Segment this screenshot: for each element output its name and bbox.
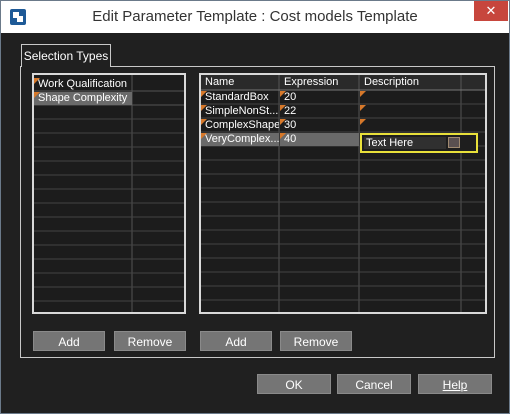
table-cell-description[interactable]	[360, 105, 460, 118]
remove-selection-type-button[interactable]: Remove	[114, 331, 186, 351]
table-cell-expression[interactable]: 22	[280, 105, 359, 118]
description-edit-input[interactable]: Text Here	[364, 137, 446, 149]
dialog-window: Edit Parameter Template : Cost models Te…	[0, 0, 510, 414]
table-cell-expression[interactable]: 20	[280, 91, 359, 104]
orange-triangle-icon	[280, 105, 286, 111]
orange-triangle-icon	[360, 105, 366, 111]
add-parameter-button[interactable]: Add	[200, 331, 272, 351]
title-bar[interactable]: Edit Parameter Template : Cost models Te…	[1, 1, 509, 33]
orange-triangle-icon	[201, 91, 207, 97]
tab-panel: Work Qualification Shape Complexity Name…	[20, 66, 495, 358]
remove-parameter-button[interactable]: Remove	[280, 331, 352, 351]
table-cell-description[interactable]	[360, 91, 460, 104]
column-header-name[interactable]: Name	[201, 76, 279, 89]
orange-triangle-icon	[280, 91, 286, 97]
table-cell-description[interactable]	[360, 119, 460, 132]
parameters-table[interactable]: Name Expression Description StandardBox …	[199, 73, 487, 314]
help-button[interactable]: Help	[418, 374, 492, 394]
checkbox-icon[interactable]	[448, 137, 460, 148]
cancel-button[interactable]: Cancel	[337, 374, 411, 394]
list-item[interactable]: Shape Complexity	[34, 92, 132, 105]
add-selection-type-button[interactable]: Add	[33, 331, 105, 351]
table-cell-expression[interactable]: 40	[280, 133, 359, 146]
orange-triangle-icon	[280, 119, 286, 125]
column-header-description[interactable]: Description	[360, 76, 460, 89]
close-button[interactable]: ✕	[474, 1, 508, 21]
table-cell-name[interactable]: SimpleNonSt...	[201, 105, 279, 118]
orange-triangle-icon	[34, 92, 40, 98]
list-item[interactable]: Work Qualification	[34, 78, 132, 91]
dialog-content: Selection Types Work Qualification Shape…	[1, 33, 509, 413]
ok-button[interactable]: OK	[257, 374, 331, 394]
orange-triangle-icon	[360, 91, 366, 97]
orange-triangle-icon	[280, 133, 286, 139]
orange-triangle-icon	[201, 119, 207, 125]
orange-triangle-icon	[201, 133, 207, 139]
orange-triangle-icon	[360, 119, 366, 125]
table-cell-expression[interactable]: 30	[280, 119, 359, 132]
description-edit-field[interactable]: Text Here	[360, 133, 478, 153]
table-cell-name[interactable]: ComplexShape	[201, 119, 279, 132]
selection-types-list[interactable]: Work Qualification Shape Complexity	[32, 73, 186, 314]
window-title: Edit Parameter Template : Cost models Te…	[92, 8, 418, 25]
orange-triangle-icon	[34, 78, 40, 84]
table-cell-name[interactable]: StandardBox	[201, 91, 279, 104]
close-icon: ✕	[485, 3, 497, 18]
orange-triangle-icon	[201, 105, 207, 111]
column-header-expression[interactable]: Expression	[280, 76, 359, 89]
table-cell-name[interactable]: VeryComplex...	[201, 133, 279, 146]
tab-selection-types[interactable]: Selection Types	[21, 44, 111, 67]
